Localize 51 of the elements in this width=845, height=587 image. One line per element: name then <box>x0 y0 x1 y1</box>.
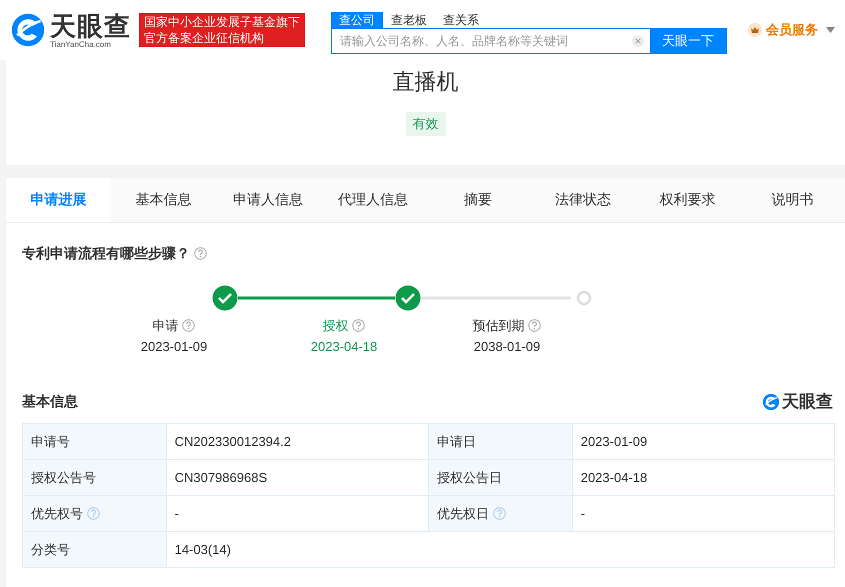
search-tab[interactable]: 查公司 <box>331 12 383 28</box>
section-tab[interactable]: 基本信息 <box>110 178 216 222</box>
section-tab[interactable]: 代理人信息 <box>320 178 426 222</box>
field-label: 申请日 <box>428 424 572 460</box>
section-tab[interactable]: 权利要求 <box>635 178 740 222</box>
logo-icon <box>762 392 780 410</box>
logo-text[interactable]: 天眼查 <box>50 12 131 40</box>
field-value: - <box>572 496 834 532</box>
help-icon[interactable] <box>528 319 542 332</box>
step-date: 2023-01-09 <box>140 339 208 354</box>
field-label: 优先权日 <box>428 496 572 532</box>
crown-icon <box>748 23 762 37</box>
field-value: - <box>166 496 429 532</box>
section-tab[interactable]: 摘要 <box>426 178 530 222</box>
field-value: 14-03(14) <box>166 532 834 568</box>
help-icon[interactable] <box>352 319 366 332</box>
field-value: CN307986968S <box>166 460 429 496</box>
search-button[interactable]: 天眼一下 <box>650 29 726 53</box>
field-label: 授权公告号 <box>22 460 166 496</box>
field-label: 申请号 <box>22 424 166 460</box>
help-icon[interactable] <box>492 506 506 520</box>
help-icon[interactable] <box>182 319 196 332</box>
search-tab[interactable]: 查关系 <box>435 12 487 28</box>
section-heading: 专利申请流程有哪些步骤？ <box>22 245 190 261</box>
field-value: 2023-01-09 <box>572 424 834 460</box>
help-icon[interactable] <box>194 247 207 260</box>
search-tab[interactable]: 查老板 <box>383 12 435 28</box>
section-tab[interactable]: 申请进展 <box>6 178 111 222</box>
step-label: 授权 <box>322 318 349 333</box>
logo-domain: TianYanCha.com <box>50 40 112 48</box>
caret-icon[interactable] <box>826 27 835 33</box>
search-field[interactable]: 请输入公司名称、人名、品牌名称等关键词 × 天眼一下 <box>331 28 727 54</box>
status-tag: 有效 <box>406 112 446 136</box>
field-value: 2023-04-18 <box>572 460 834 496</box>
field-label: 授权公告日 <box>428 460 572 496</box>
field-value: CN202330012394.2 <box>166 424 429 460</box>
section-tab[interactable]: 说明书 <box>740 178 845 222</box>
patent-title: 直播机 <box>392 68 458 96</box>
help-icon[interactable] <box>86 506 100 520</box>
brand-logo-text: 天眼查 <box>782 391 833 413</box>
step-date: 2038-01-09 <box>474 339 540 354</box>
field-label: 分类号 <box>22 532 166 568</box>
section-tab[interactable]: 申请人信息 <box>216 178 321 222</box>
field-label: 优先权号 <box>22 496 166 532</box>
step-label: 预估到期 <box>472 318 525 333</box>
section-heading: 基本信息 <box>22 392 78 410</box>
section-tab[interactable]: 法律状态 <box>530 178 636 222</box>
step-label: 申请 <box>152 318 179 333</box>
logo-icon <box>10 12 46 48</box>
slogan-banner: 国家中小企业发展子基金旗下 官方备案企业征信机构 <box>139 13 305 47</box>
step-date: 2023-04-18 <box>310 339 378 354</box>
